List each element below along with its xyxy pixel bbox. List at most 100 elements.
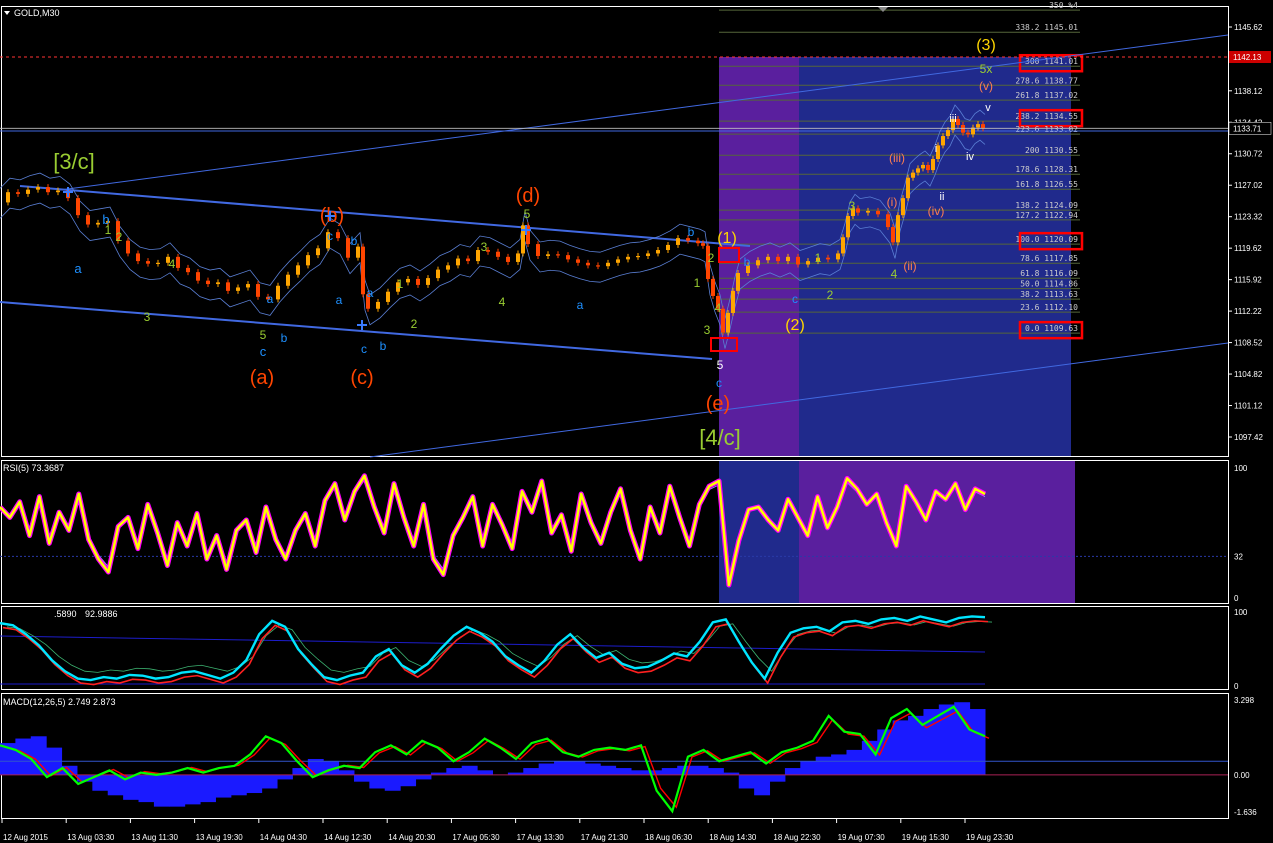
wave-sub-label: 3	[481, 240, 488, 254]
candle-body	[306, 255, 310, 266]
wave-label: 5	[524, 207, 531, 221]
wave-sub-label: b	[688, 225, 695, 239]
candle-body	[256, 284, 260, 297]
macd-histogram-bar	[230, 774, 247, 796]
wave-label: [3/c]	[53, 149, 95, 174]
wave-sub-label: a	[336, 293, 343, 307]
wave-label: (d)	[516, 185, 540, 207]
macd-histogram-bar	[153, 774, 170, 807]
fib-label: 138.2 1124.09	[1015, 201, 1078, 210]
candle-body	[666, 244, 670, 251]
candle-body	[941, 136, 945, 146]
candle-body	[156, 262, 160, 264]
candle-body	[721, 308, 725, 333]
wave-label: (3)	[976, 37, 996, 54]
wave-label: 3	[849, 199, 856, 213]
time-tick-label: 14 Aug 12:30	[324, 833, 372, 842]
time-tick-label: 14 Aug 20:30	[388, 833, 436, 842]
price-tick-label: 1119.62	[1234, 244, 1262, 253]
macd-histogram-bar	[261, 774, 278, 789]
candle-body	[876, 210, 880, 215]
macd-tick-label: -1.636	[1234, 808, 1257, 817]
candle-body	[196, 272, 200, 281]
fib-label: 238.2 1134.55	[1015, 112, 1078, 121]
wave-sub-label: a	[267, 292, 274, 306]
macd-histogram-bar	[831, 754, 847, 775]
candle-body	[476, 250, 480, 262]
candle-body	[701, 243, 705, 246]
macd-histogram-bar	[353, 774, 370, 782]
candle-body	[46, 187, 50, 193]
fib-label: 178.6 1128.31	[1015, 165, 1078, 174]
wave-sub-label: 1	[397, 277, 404, 291]
time-tick-label: 18 Aug 22:30	[773, 833, 821, 842]
price-tick-label: 1097.42	[1234, 433, 1263, 442]
candle-body	[856, 208, 860, 213]
candle-body	[176, 256, 180, 268]
candle-body	[731, 290, 735, 313]
candle-body	[586, 262, 590, 266]
candle-body	[606, 262, 610, 267]
candle-body	[436, 269, 440, 279]
wave-label: (iii)	[889, 151, 905, 165]
wave-label: 1	[815, 251, 822, 265]
wave-sub-label: 1	[694, 276, 701, 290]
macd-histogram-bar	[969, 709, 986, 775]
macd-histogram-bar	[477, 770, 493, 775]
candle-body	[336, 232, 340, 239]
candle-body	[726, 312, 730, 333]
candle-body	[946, 130, 950, 137]
fib-label: 127.2 1122.94	[1015, 211, 1078, 220]
macd-tick-label: 3.298	[1234, 696, 1255, 705]
wave-sub-label: 3	[144, 310, 151, 324]
price-tick-label: 1130.72	[1234, 150, 1263, 159]
wave-sub-label: 5	[260, 328, 267, 342]
candle-body	[926, 164, 930, 171]
time-tick-label: 13 Aug 11:30	[131, 833, 178, 842]
macd-tick-label: 0.00	[1234, 771, 1250, 780]
candle-body	[796, 256, 800, 265]
macd-histogram-bar	[184, 774, 201, 805]
macd-histogram-bar	[415, 774, 432, 780]
wave-sub-label: 1	[105, 223, 112, 237]
time-tick-label: 14 Aug 04:30	[260, 833, 308, 842]
wave-label: v	[985, 102, 991, 114]
candle-body	[361, 246, 365, 295]
candle-body	[786, 256, 790, 262]
wave-label: (a)	[250, 367, 274, 389]
candle-body	[841, 237, 845, 254]
wave-label: (ii)	[903, 259, 916, 273]
macd-histogram-bar	[800, 761, 817, 775]
price-tick-label: 1115.92	[1234, 276, 1262, 285]
candle-body	[6, 192, 10, 203]
fib-label: 223.6 1133.02	[1015, 125, 1078, 134]
time-tick-label: 13 Aug 03:30	[67, 833, 115, 842]
fib-label: 338.2 1145.01	[1015, 23, 1078, 32]
candle-body	[446, 265, 450, 270]
macd-histogram-bar	[877, 729, 894, 775]
macd-histogram-bar	[538, 763, 555, 775]
macd-histogram-bar	[769, 774, 786, 782]
candle-body	[836, 253, 840, 260]
time-tick-label: 19 Aug 23:30	[966, 833, 1014, 842]
macd-histogram-bar	[277, 774, 293, 780]
macd-histogram-bar	[338, 770, 355, 775]
stoch-tick-label: 0	[1234, 682, 1239, 691]
wave-sub-label: b	[744, 255, 751, 269]
wave-sub-label: 3	[704, 323, 711, 337]
candle-body	[981, 124, 985, 129]
wave-label: 4	[891, 267, 898, 281]
wave-label: (iv)	[928, 204, 945, 218]
candle-body	[246, 284, 250, 288]
macd-histogram-bar	[661, 768, 678, 775]
macd-histogram-bar	[615, 768, 632, 775]
fib-label: 78.6 1117.85	[1020, 254, 1078, 263]
rsi-tick-label: 0	[1234, 594, 1239, 603]
wave-label: iv	[966, 151, 974, 163]
wave-sub-label: b	[351, 234, 358, 248]
time-tick-label: 17 Aug 05:30	[452, 833, 500, 842]
candle-body	[676, 238, 680, 245]
candle-body	[236, 287, 240, 291]
candle-body	[866, 210, 870, 213]
candle-body	[16, 192, 20, 194]
